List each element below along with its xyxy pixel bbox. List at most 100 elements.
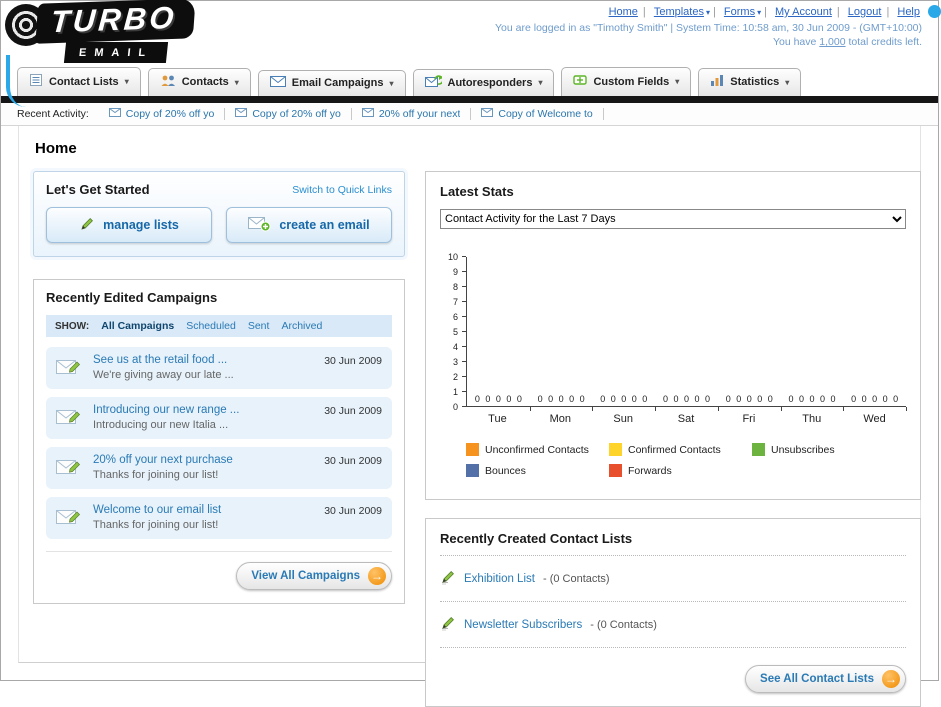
chart-bar-group: 0 0 0 0 0 [655,257,719,411]
tab-label: Autoresponders [447,76,533,89]
see-all-contact-lists-button[interactable]: See All Contact Lists → [745,665,906,693]
link-help[interactable]: Help [895,6,922,18]
chart-y-axis: 0 1 2 3 4 5 6 7 8 9 10 [440,252,466,412]
y-tick-mark [462,256,466,257]
header-right: Home | Templates ▾ | Forms ▾ | My Account | Lo… [495,6,922,48]
switch-quick-links[interactable]: Switch to Quick Links [292,184,392,196]
campaign-subtitle: Thanks for joining our list! [93,469,219,481]
campaign-title-link[interactable]: Introducing our new range ... [93,404,304,416]
campaign-row: Welcome to our email list Thanks for joi… [46,497,392,539]
y-tick-mark [462,406,466,407]
y-tick-label: 9 [452,267,458,277]
tab-email-campaigns[interactable]: Email Campaigns ▾ [257,70,406,96]
app-window: TURBO EMAIL Home | Templates ▾ | Forms ▾ | My… [0,0,941,707]
legend-swatch [752,443,765,456]
tab-statistics[interactable]: Statistics ▾ [698,68,802,96]
dropdown-caret-icon: ▾ [389,78,394,88]
envelope-icon [269,76,286,90]
custom-fields-icon [573,73,588,90]
legend-swatch [466,464,479,477]
contact-list-link[interactable]: Newsletter Subscribers [464,619,582,631]
tab-label: Statistics [730,76,780,88]
chart-legend: Unconfirmed Contacts Confirmed Contacts Un… [466,443,906,485]
link-separator: | [712,6,716,18]
y-tick-mark [462,301,466,302]
header-links: Home | Templates ▾ | Forms ▾ | My Account | Lo… [495,6,922,18]
chart-bar-group: 0 0 0 0 0 [530,257,594,411]
create-email-button[interactable]: create an email [226,207,392,243]
arrow-right-icon: → [882,670,900,688]
link-templates[interactable]: Templates [652,6,706,18]
campaign-row: See us at the retail food ... We're givi… [46,347,392,389]
campaign-title-link[interactable]: See us at the retail food ... [93,354,304,366]
credits-prefix: You have [772,36,817,48]
view-all-campaigns-button[interactable]: View All Campaigns → [236,562,392,590]
campaign-title-link[interactable]: 20% off your next purchase [93,454,304,466]
link-logout[interactable]: Logout [846,6,884,18]
pencil-icon [440,569,456,588]
campaign-date: 30 Jun 2009 [324,355,382,367]
tab-contact-lists[interactable]: Contact Lists ▾ [17,67,141,96]
dropdown-caret-icon: ▾ [124,77,129,86]
dropdown-caret-icon: ▾ [675,77,680,86]
y-tick-label: 10 [447,252,458,262]
credits-info: You have 1,000 total credits left. [495,36,922,48]
filter-scheduled[interactable]: Scheduled [186,320,236,332]
link-forms[interactable]: Forms [722,6,757,18]
activity-item-label: Copy of 20% off yo [252,108,341,120]
filter-archived[interactable]: Archived [281,320,322,332]
legend-label: Forwards [628,464,672,477]
recent-activity-item[interactable]: Copy of Welcome to [471,108,604,120]
legend-item: Confirmed Contacts [609,443,752,456]
create-email-label: create an email [279,218,370,232]
legend-item: Unconfirmed Contacts [466,443,609,456]
envelope-icon [108,108,121,120]
y-tick-label: 1 [452,387,458,397]
pencil-icon [79,216,95,235]
pencil-icon [440,615,456,634]
logo-subtitle: EMAIL [63,42,169,63]
chart-bar-group: 0 0 0 0 0 [843,257,907,411]
recent-activity-label: Recent Activity: [17,108,89,120]
stats-period-select[interactable]: Contact Activity for the Last 7 Days [440,209,906,229]
chart-day-label: Sun [613,413,633,425]
y-tick-label: 2 [452,372,458,382]
y-tick-mark [462,331,466,332]
see-all-contact-lists-label: See All Contact Lists [760,673,874,685]
y-tick-mark [462,271,466,272]
credits-suffix: total credits left. [848,36,922,48]
recent-activity-item[interactable]: 20% off your next [352,108,472,120]
credits-amount-link[interactable]: 1,000 [819,36,845,48]
tab-autoresponders[interactable]: Autoresponders ▾ [412,69,555,96]
campaign-title-link[interactable]: Welcome to our email list [93,504,304,516]
filter-all-campaigns[interactable]: All Campaigns [101,320,174,332]
campaign-row: 20% off your next purchase Thanks for jo… [46,447,392,489]
activity-item-label: Copy of Welcome to [498,108,593,120]
campaign-envelope-pencil-icon [56,404,84,432]
campaign-subtitle: Introducing our new Italia ... [93,419,229,431]
right-column: Latest Stats Contact Activity for the La… [425,171,921,707]
link-my-account[interactable]: My Account [773,6,834,18]
chart-bar-group: 0 0 0 0 0 [467,257,531,411]
tab-custom-fields[interactable]: Custom Fields ▾ [561,67,692,96]
bar-value-labels: 0 0 0 0 0 [474,394,522,404]
dropdown-caret-icon: ▾ [538,78,543,87]
decorative-dot [928,5,941,18]
main-nav: Contact Lists ▾ Contacts ▾ Email Campaig… [1,65,938,96]
manage-lists-button[interactable]: manage lists [46,207,212,243]
filter-sent[interactable]: Sent [248,320,270,332]
statistics-icon [710,74,724,90]
recent-activity-item[interactable]: Copy of 20% off yo [225,108,352,120]
recent-activity-item[interactable]: Copy of 20% off yo [99,108,226,120]
envelope-icon [361,108,374,120]
legend-label: Unsubscribes [771,443,835,456]
manage-lists-label: manage lists [103,218,179,232]
link-home[interactable]: Home [607,6,640,18]
link-separator: | [886,6,890,18]
y-tick-label: 0 [452,402,458,412]
contact-list-link[interactable]: Exhibition List [464,573,535,585]
legend-swatch [466,443,479,456]
tab-contacts[interactable]: Contacts ▾ [147,68,251,96]
legend-item: Unsubscribes [752,443,895,456]
legend-item: Forwards [609,464,752,477]
